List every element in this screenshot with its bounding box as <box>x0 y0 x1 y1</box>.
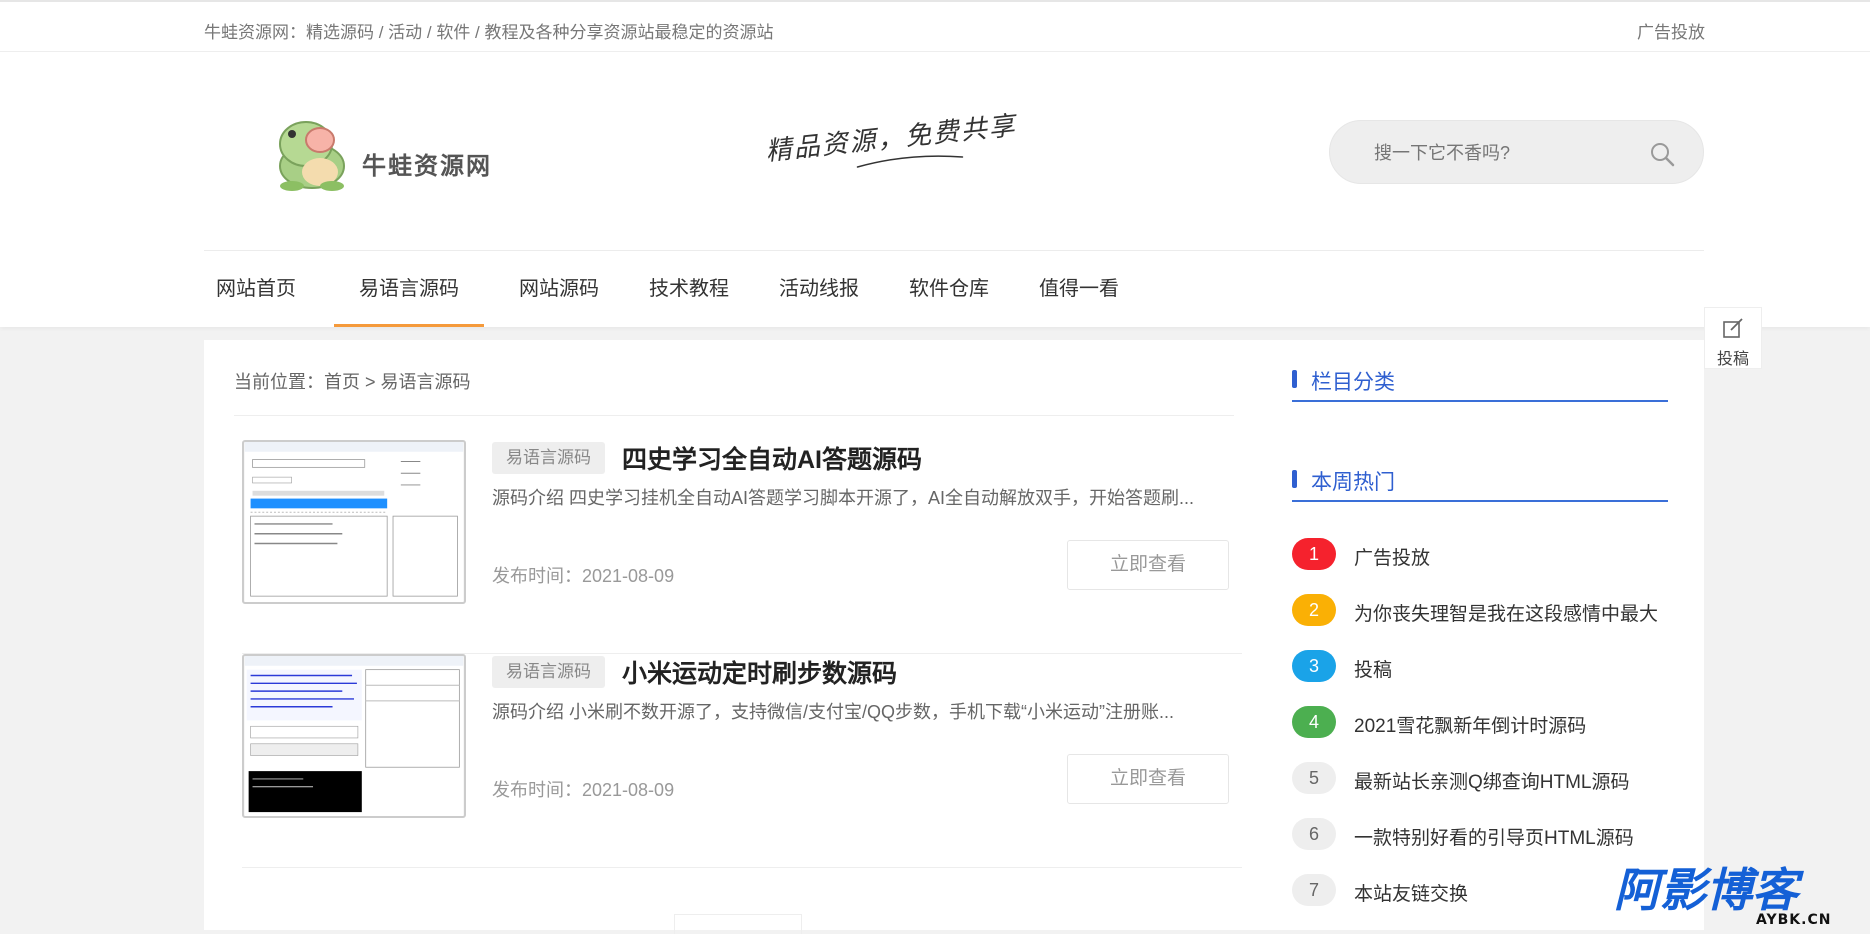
section-marker <box>1292 370 1297 388</box>
nav-item-home[interactable]: 网站首页 <box>204 251 308 327</box>
edit-icon <box>1723 318 1743 338</box>
ad-link[interactable]: 广告投放 <box>1637 18 1705 43</box>
hot-item-title[interactable]: 本站友链交换 <box>1354 879 1468 906</box>
hot-item[interactable]: 3 投稿 <box>1292 648 1672 684</box>
post-title[interactable]: 小米运动定时刷步数源码 <box>622 654 897 690</box>
hot-item[interactable]: 6 一款特别好看的引导页HTML源码 <box>1292 816 1672 852</box>
post-thumbnail[interactable] <box>242 654 466 818</box>
submit-post-button[interactable]: 投稿 <box>1704 307 1762 369</box>
breadcrumb-separator: > <box>365 372 376 392</box>
hot-rank-badge: 3 <box>1292 650 1336 682</box>
breadcrumb-divider <box>234 415 1234 416</box>
hot-item-title[interactable]: 最新站长亲测Q绑查询HTML源码 <box>1354 767 1630 794</box>
hot-rank-badge: 2 <box>1292 594 1336 626</box>
hot-rank-badge: 5 <box>1292 762 1336 794</box>
post-category-tag[interactable]: 易语言源码 <box>492 656 605 688</box>
breadcrumb-prefix: 当前位置： <box>234 372 324 392</box>
hot-item-title[interactable]: 投稿 <box>1354 655 1392 682</box>
post-summary: 源码介绍 小米刷不数开源了，支持微信/支付宝/QQ步数，手机下载“小米运动”注册… <box>492 702 1174 722</box>
brush-stroke-icon <box>856 155 964 168</box>
hot-section-title: 本周热门 <box>1311 471 1395 494</box>
post-summary: 源码介绍 四史学习挂机全自动AI答题学习脚本开源了，AI全自动解放双手，开始答题… <box>492 488 1195 508</box>
hot-item[interactable]: 4 2021雪花飘新年倒计时源码 <box>1292 704 1672 740</box>
view-post-button[interactable]: 立即查看 <box>1067 754 1229 804</box>
top-bar: 牛蛙资源网：精选源码 / 活动 / 软件 / 教程及各种分享资源站最稳定的资源站… <box>0 0 1870 52</box>
view-post-button[interactable]: 立即查看 <box>1067 540 1229 590</box>
breadcrumb-home[interactable]: 首页 <box>324 372 360 392</box>
hot-item-title[interactable]: 广告投放 <box>1354 543 1430 570</box>
hot-item[interactable]: 5 最新站长亲测Q绑查询HTML源码 <box>1292 760 1672 796</box>
search-box <box>1329 120 1704 184</box>
svg-text:AYBK.CN: AYBK.CN <box>1756 912 1831 927</box>
post-date: 发布时间：2021-08-09 <box>492 780 675 800</box>
logo-text: 牛蛙资源网 <box>362 151 492 180</box>
breadcrumb: 当前位置：首页 > 易语言源码 <box>234 368 471 394</box>
main-content: 当前位置：首页 > 易语言源码 易语言源码 四史学习全自动AI答题源码 源码介绍… <box>204 340 1704 934</box>
post-category-tag[interactable]: 易语言源码 <box>492 442 605 474</box>
breadcrumb-current[interactable]: 易语言源码 <box>381 372 471 392</box>
search-icon[interactable] <box>1649 141 1675 167</box>
nav-item-tutorials[interactable]: 技术教程 <box>634 251 744 327</box>
hot-section-header: 本周热门 <box>1292 440 1668 502</box>
search-input[interactable] <box>1372 139 1632 167</box>
hot-item-title[interactable]: 2021雪花飘新年倒计时源码 <box>1354 711 1586 738</box>
category-section-title: 栏目分类 <box>1311 371 1395 394</box>
nav-item-deals[interactable]: 活动线报 <box>764 251 874 327</box>
hot-item-title[interactable]: 一款特别好看的引导页HTML源码 <box>1354 823 1634 850</box>
hot-item[interactable]: 2 为你丧失理智是我在这段感情中最大 <box>1292 592 1672 628</box>
site-header: 牛蛙资源网 精品资源，免费共享 网站首页 易语言源码 网站源码 技术教程 活动线… <box>0 52 1870 327</box>
site-tagline: 牛蛙资源网：精选源码 / 活动 / 软件 / 教程及各种分享资源站最稳定的资源站 <box>204 23 774 42</box>
nav-item-software[interactable]: 软件仓库 <box>894 251 1004 327</box>
hot-item[interactable]: 1 广告投放 <box>1292 536 1672 572</box>
post-date: 发布时间：2021-08-09 <box>492 566 675 586</box>
post-item: 易语言源码 四史学习全自动AI答题源码 源码介绍 四史学习挂机全自动AI答题学习… <box>242 440 1242 654</box>
nav-item-website-source[interactable]: 网站源码 <box>504 251 614 327</box>
hot-rank-badge: 6 <box>1292 818 1336 850</box>
submit-post-label: 投稿 <box>1716 351 1749 368</box>
section-marker <box>1292 470 1297 488</box>
aybk-watermark-logo: 阿影博客 AYBK.CN <box>1614 863 1831 927</box>
hot-rank-badge: 7 <box>1292 874 1336 906</box>
post-item: 易语言源码 小米运动定时刷步数源码 源码介绍 小米刷不数开源了，支持微信/支付宝… <box>242 654 1242 868</box>
pagination <box>674 914 802 934</box>
nav-item-worth-seeing[interactable]: 值得一看 <box>1024 251 1134 327</box>
nav-item-eyuyan[interactable]: 易语言源码 <box>334 251 484 327</box>
hot-rank-badge: 1 <box>1292 538 1336 570</box>
hot-rank-badge: 4 <box>1292 706 1336 738</box>
category-section-header: 栏目分类 <box>1292 340 1668 402</box>
svg-text:阿影博客: 阿影博客 <box>1614 863 1804 917</box>
hot-item-title[interactable]: 为你丧失理智是我在这段感情中最大 <box>1354 599 1658 626</box>
post-thumbnail[interactable] <box>242 440 466 604</box>
post-title[interactable]: 四史学习全自动AI答题源码 <box>622 440 922 476</box>
